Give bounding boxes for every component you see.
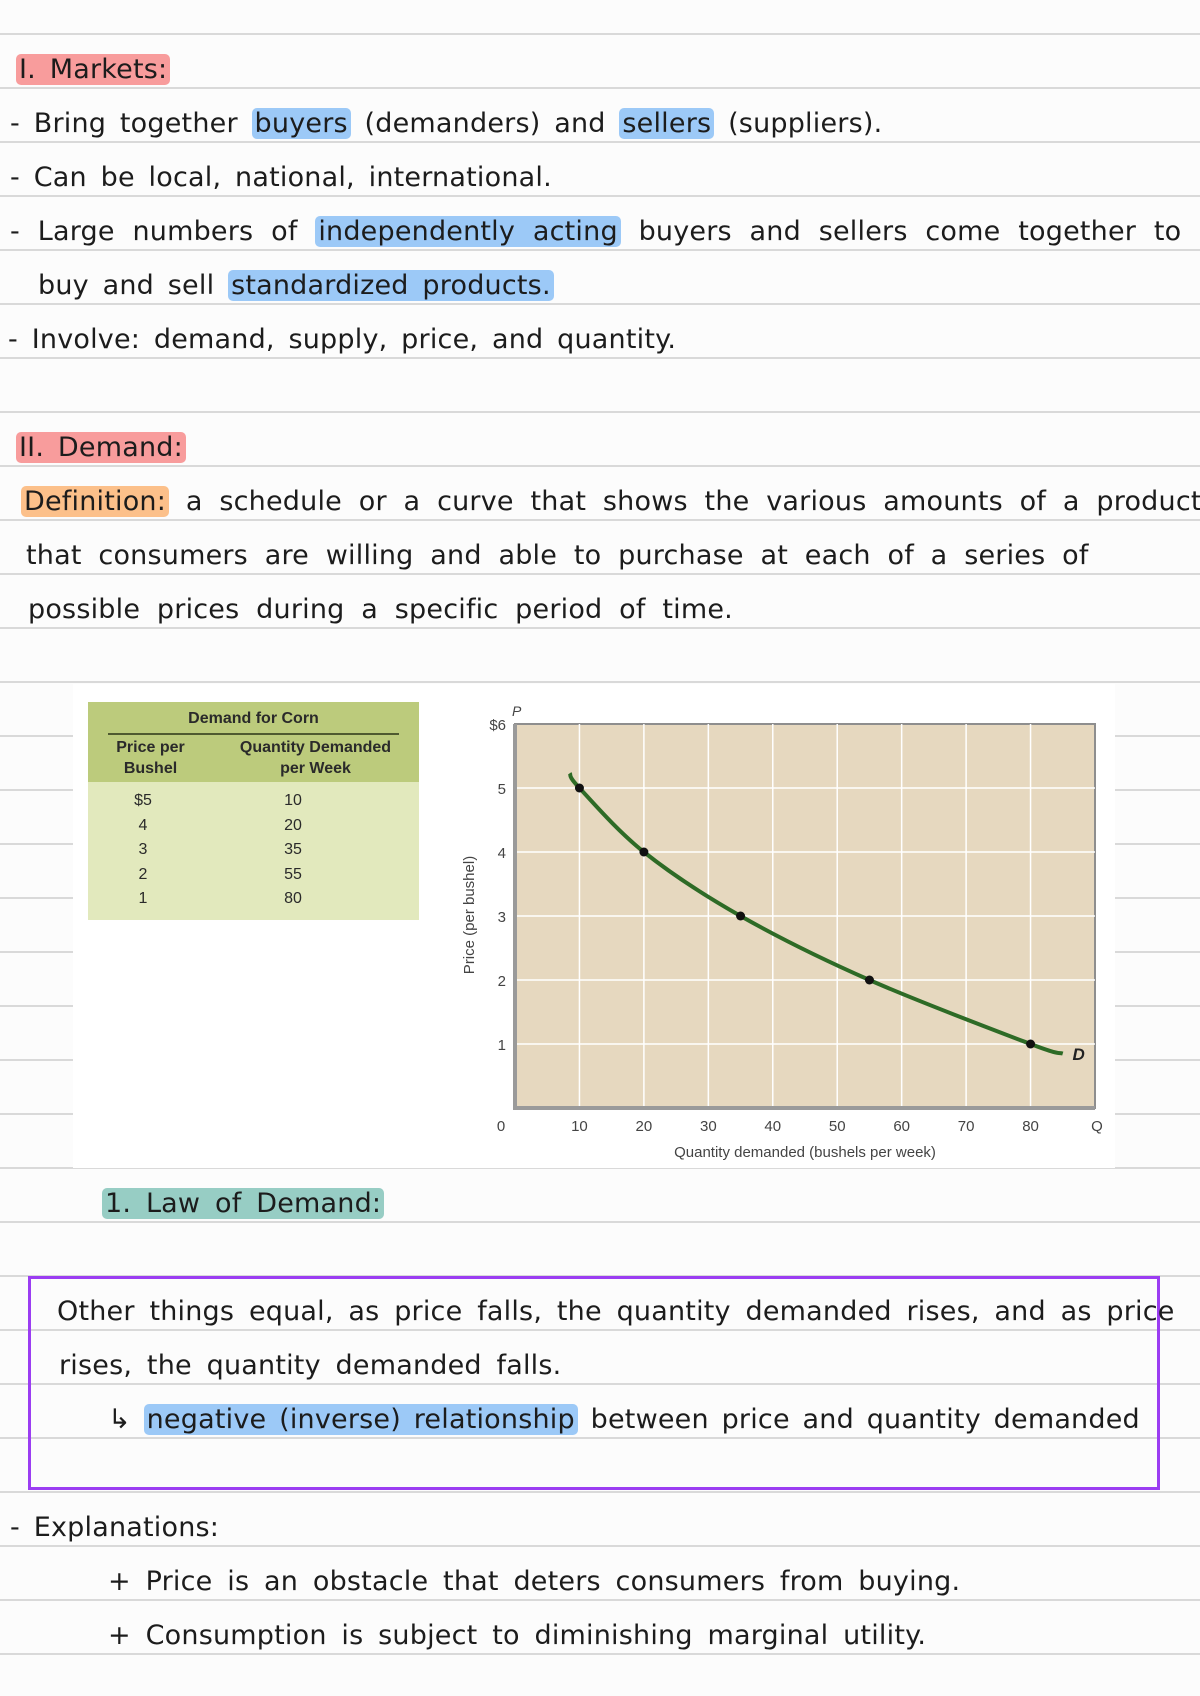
arrow-icon: ↳ [108,1404,131,1435]
data-point [736,911,746,921]
y-axis-symbol: P [512,703,522,719]
x-axis-title: Quantity demanded (bushels per week) [674,1144,936,1161]
x-tick-label: 20 [636,1118,653,1135]
law-line-3: ↳ negative (inverse) relationship betwee… [108,1404,1140,1435]
y-tick-label: 2 [498,973,506,990]
x-tick-labels: 0 10 20 30 40 50 60 70 80 [497,1118,1039,1135]
law-line-1: Other things equal, as price falls, the … [57,1296,1175,1327]
y-tick-label: 3 [498,909,506,926]
y-tick-label: 4 [498,845,506,862]
law-heading-highlight: 1. Law of Demand: [102,1188,385,1219]
data-point [574,783,584,793]
y-tick-label: 1 [498,1037,506,1054]
curve-label-d: D [1072,1045,1084,1064]
x-tick-label: 80 [1022,1118,1039,1135]
law-of-demand-heading: 1. Law of Demand: [102,1184,385,1224]
x-tick-label: 70 [958,1118,975,1135]
highlight-negative-relationship: negative (inverse) relationship [143,1404,578,1435]
y-axis-title: Price (per bushel) [461,856,478,974]
y-tick-label: 5 [498,781,506,798]
explanation-item-1: + Price is an obstacle that deters consu… [108,1566,961,1597]
data-point [864,975,874,985]
y-tick-label: $6 [489,717,506,734]
x-axis-symbol: Q [1091,1118,1103,1135]
explanation-item-2: + Consumption is subject to diminishing … [108,1620,927,1651]
x-tick-label: 40 [764,1118,781,1135]
law-line-2: rises, the quantity demanded falls. [59,1350,562,1381]
explanations-heading: - Explanations: [10,1512,220,1543]
data-point [1026,1039,1036,1049]
data-point [639,847,649,857]
x-tick-label: 50 [829,1118,846,1135]
x-tick-label: 30 [700,1118,717,1135]
x-tick-label: 10 [571,1118,588,1135]
x-tick-label: 60 [893,1118,910,1135]
x-tick-label: 0 [497,1118,505,1135]
y-tick-labels: 1 2 3 4 5 $6 [489,717,506,1054]
